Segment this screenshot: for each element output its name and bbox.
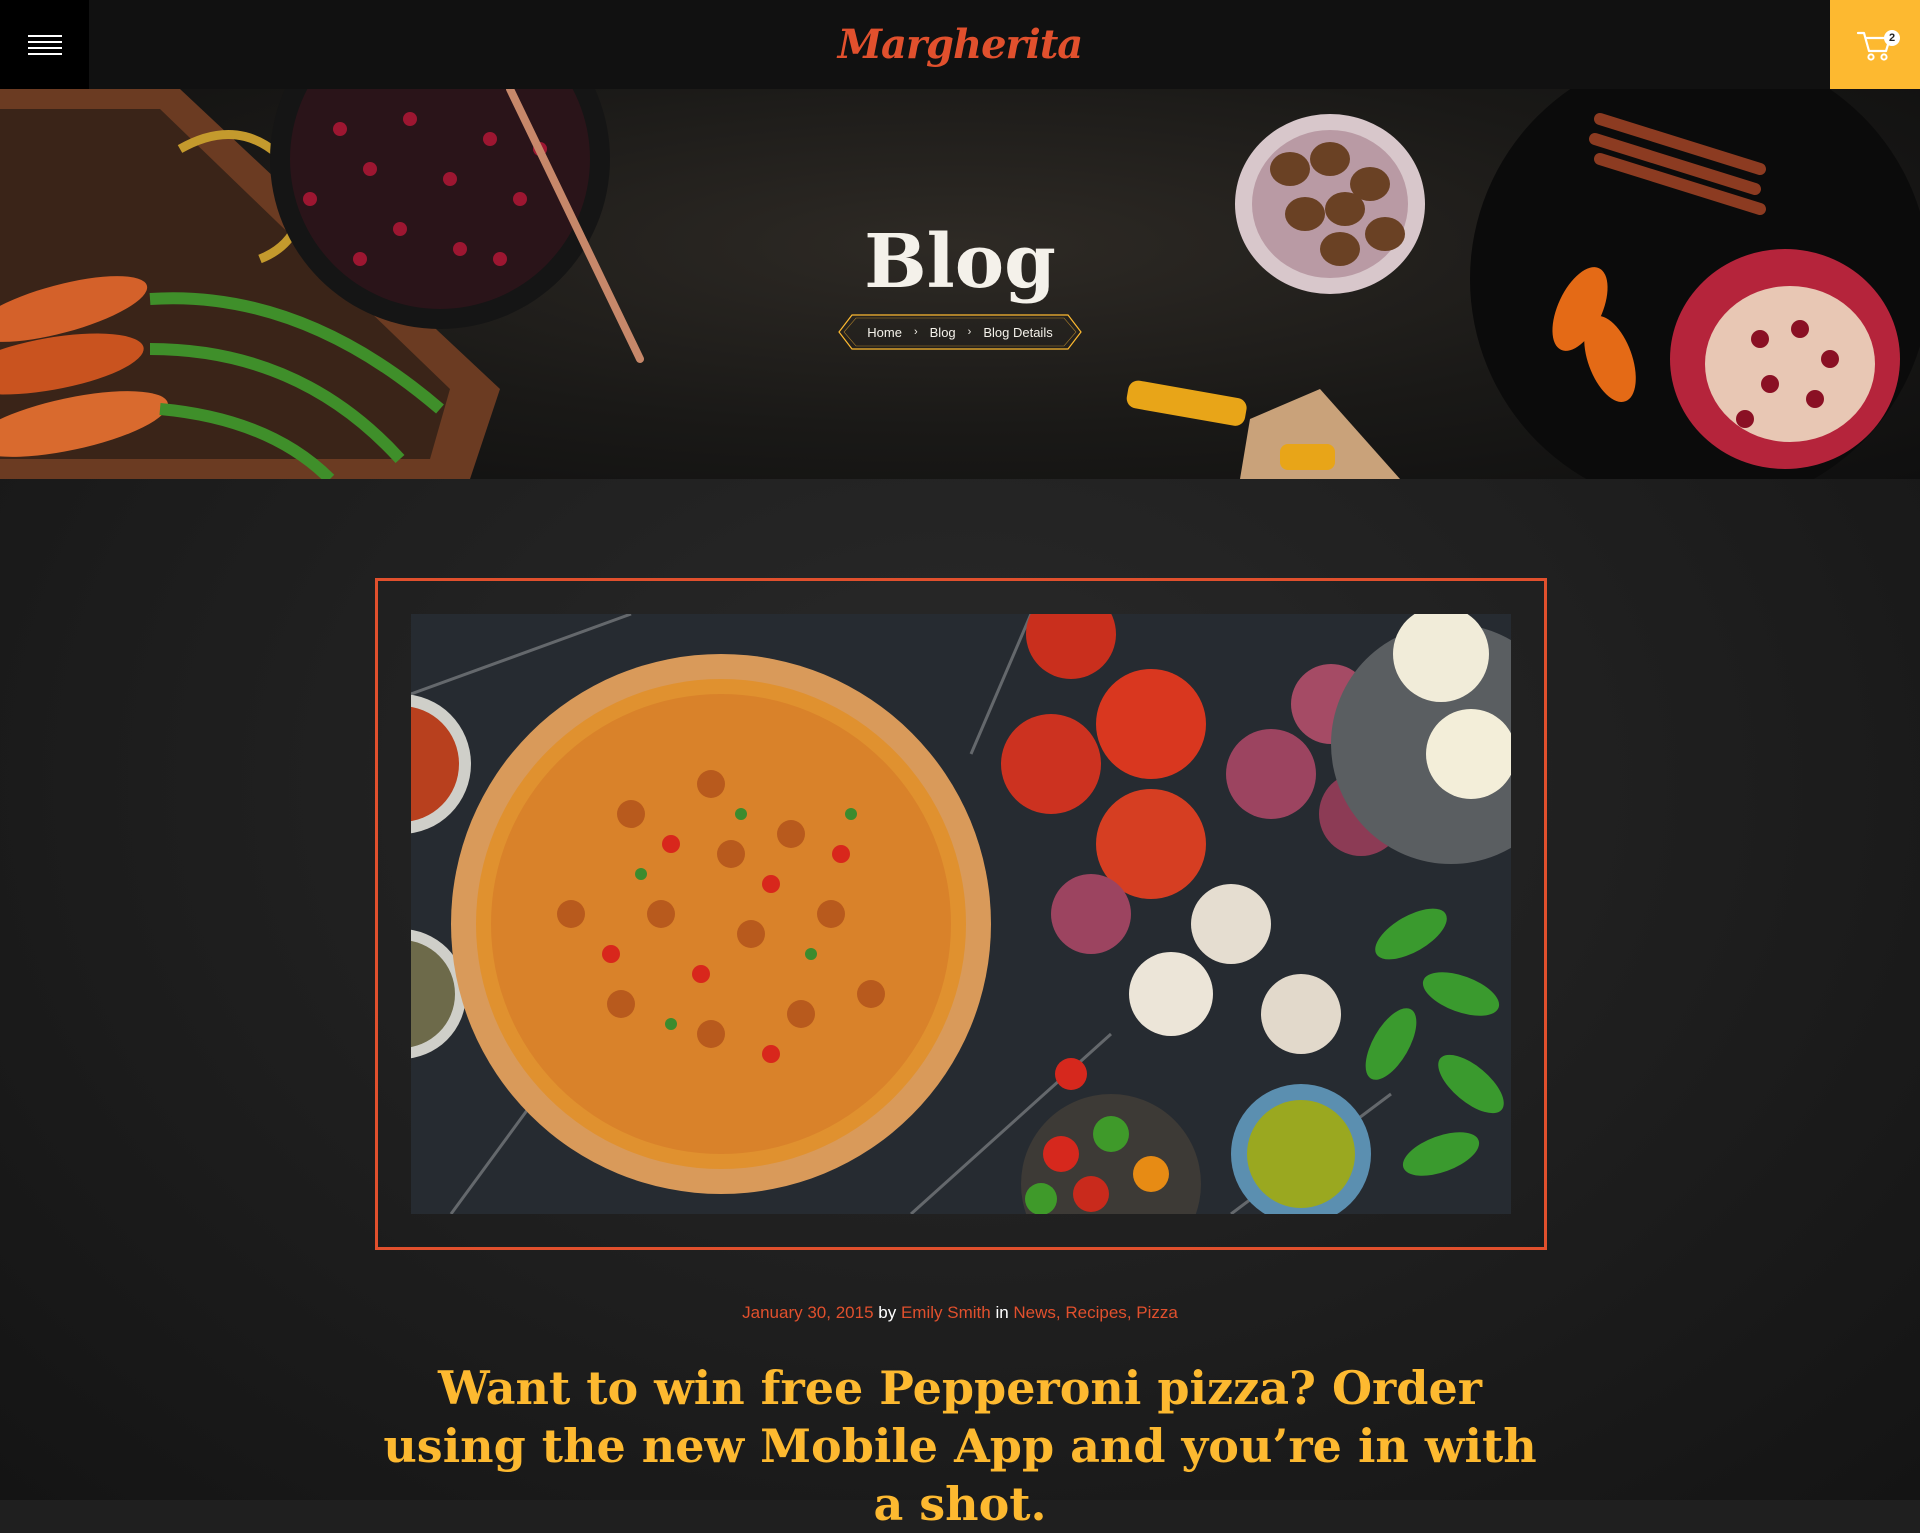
page-hero: Blog Home › Blog › Blog Details [0,89,1920,479]
breadcrumb-blog[interactable]: Blog [930,325,956,340]
site-logo[interactable]: Margherita [838,14,1083,74]
in-label: in [995,1303,1009,1322]
post-date[interactable]: January 30, 2015 [742,1303,873,1322]
post-author[interactable]: Emily Smith [901,1303,991,1322]
category-pizza[interactable]: Pizza [1136,1303,1178,1322]
cart-count-badge: 2 [1884,30,1900,46]
breadcrumb-home[interactable]: Home [867,325,902,340]
category-recipes[interactable]: Recipes [1065,1303,1126,1322]
hamburger-icon [27,31,62,59]
chevron-right-icon: › [967,326,972,338]
post-title: Want to win free Pepperoni pizza? Order … [383,1361,1537,1531]
page-title: Blog [864,219,1056,305]
menu-button[interactable] [0,0,89,89]
featured-image-frame [375,578,1547,1250]
featured-image [411,614,1511,1214]
pizza-image [411,614,1511,1214]
top-bar: Margherita 2 [0,0,1920,89]
breadcrumb: Home › Blog › Blog Details [838,314,1082,350]
breadcrumb-current: Blog Details [983,324,1053,340]
chevron-right-icon: › [913,326,918,338]
post-content: January 30, 2015 by Emily Smith in News,… [0,479,1920,1531]
post-meta: January 30, 2015 by Emily Smith in News,… [742,1303,1178,1322]
by-label: by [878,1303,897,1322]
cart-button[interactable]: 2 [1830,0,1920,89]
category-news[interactable]: News [1013,1303,1056,1322]
